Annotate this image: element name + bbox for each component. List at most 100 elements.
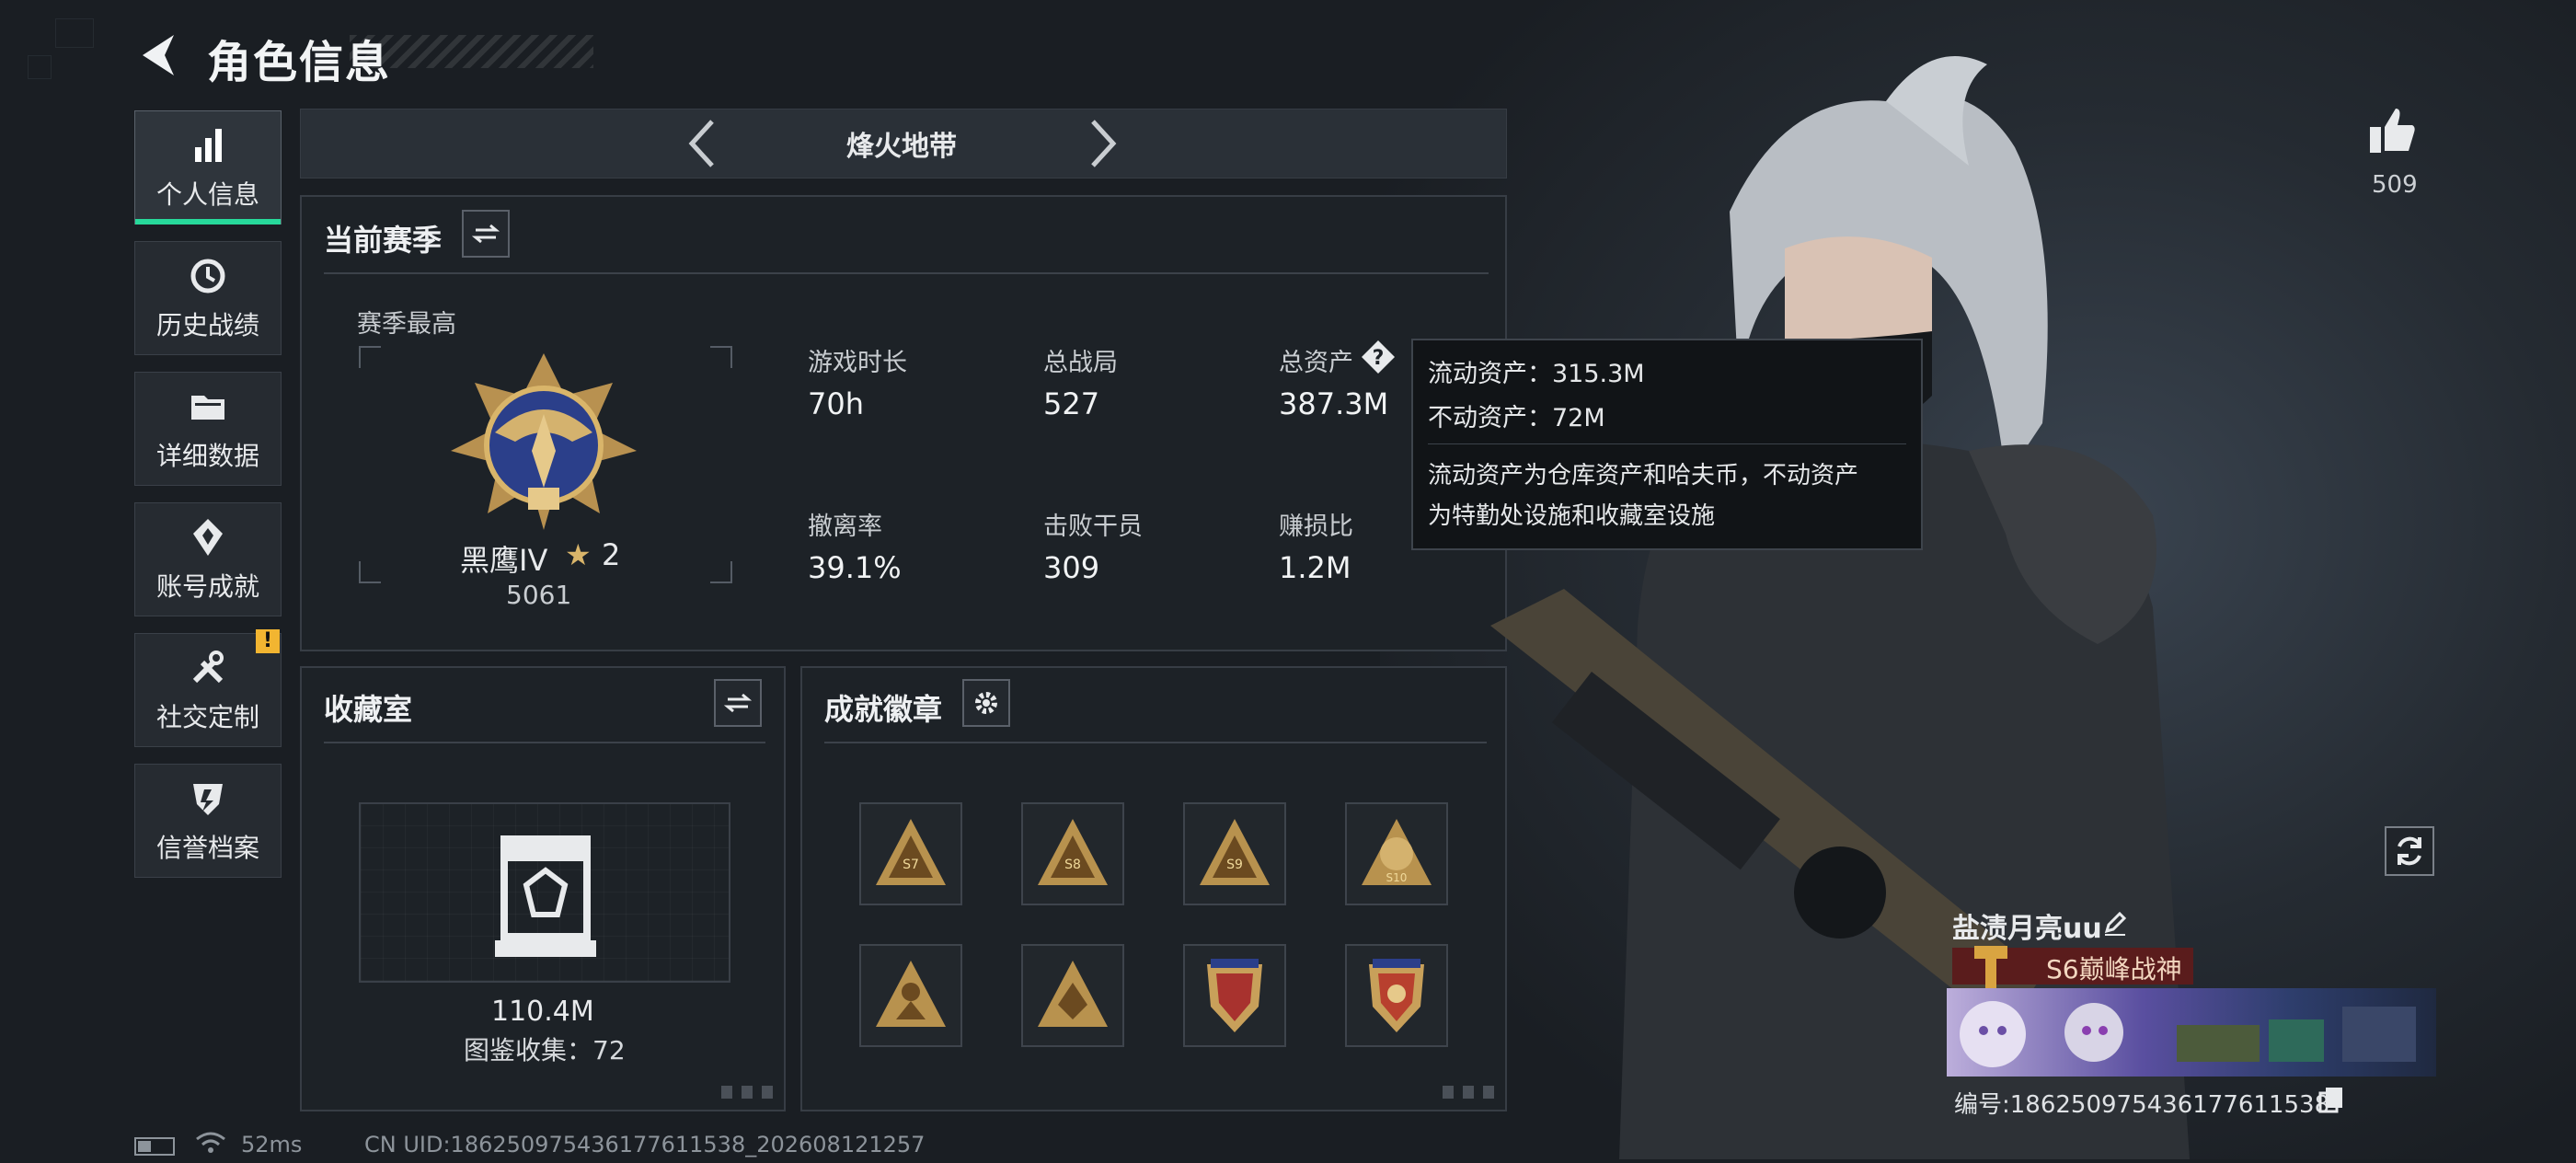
tools-icon xyxy=(192,651,224,684)
stat-value-total-assets: 387.3M xyxy=(1279,386,1389,421)
divider xyxy=(324,742,765,743)
player-banner[interactable] xyxy=(1947,988,2436,1077)
sidebar-item-achievements[interactable]: 账号成就 xyxy=(134,502,282,616)
achievement-badge-s10[interactable]: S10 xyxy=(1345,802,1448,905)
shield-badge-icon xyxy=(1207,959,1262,1032)
season-switch-button[interactable] xyxy=(462,210,510,258)
stat-value-profit-ratio: 1.2M xyxy=(1279,550,1351,585)
title-decor-stripe xyxy=(350,35,593,68)
stat-label-playtime: 游戏时长 xyxy=(808,349,907,377)
rank-points: 5061 xyxy=(506,580,572,610)
black-eagle-rank-emblem-icon xyxy=(443,350,644,534)
refresh-button[interactable] xyxy=(2385,826,2434,876)
rank-stars: 2 xyxy=(602,537,621,572)
tooltip-liquid-assets: 流动资产：315.3M xyxy=(1428,360,1645,388)
svg-text:S8: S8 xyxy=(1064,858,1081,872)
back-arrow-icon[interactable] xyxy=(133,28,189,83)
sidebar-item-label: 详细数据 xyxy=(155,441,259,471)
cn-uid-text: CN UID:186250975436177611538_20260812125… xyxy=(364,1132,926,1157)
achievement-icon xyxy=(193,519,223,556)
sidebar-item-label: 信誉档案 xyxy=(155,833,259,863)
svg-text:S10: S10 xyxy=(1386,871,1408,884)
like-thumb-icon[interactable] xyxy=(2364,103,2420,158)
decor-frame xyxy=(55,18,94,48)
tooltip-description-1: 流动资产为仓库资产和哈夫币，不动资产 xyxy=(1428,462,1859,489)
help-question-icon[interactable]: ? xyxy=(1360,339,1397,375)
sidebar-item-label: 社交定制 xyxy=(155,702,259,732)
rank-title-text: S6巅峰战神 xyxy=(2046,954,2182,985)
stat-label-total-assets: 总资产 xyxy=(1279,349,1353,377)
collection-switch-button[interactable] xyxy=(714,679,762,727)
chevron-right-icon xyxy=(1091,120,1117,167)
gear-icon xyxy=(975,692,997,714)
sidebar-item-label: 个人信息 xyxy=(155,179,259,210)
frame-corner xyxy=(359,561,381,583)
triangle-badge-icon: S8 xyxy=(1038,819,1108,885)
tooltip-divider xyxy=(1428,443,1906,444)
swap-arrows-icon xyxy=(472,224,500,244)
stat-value-total-matches: 527 xyxy=(1043,386,1100,421)
sidebar-item-history[interactable]: 历史战绩 xyxy=(134,241,282,355)
sidebar-item-label: 账号成就 xyxy=(155,571,259,602)
frame-corner xyxy=(710,346,732,368)
rank-emblem-icon xyxy=(1972,942,2009,990)
svg-text:S7: S7 xyxy=(903,858,919,872)
stat-label-profit-ratio: 赚损比 xyxy=(1279,512,1353,541)
sidebar-item-personal-info[interactable]: 个人信息 xyxy=(134,110,282,225)
alert-badge: ! xyxy=(256,629,280,653)
divider xyxy=(824,742,1487,743)
achievement-badge-7[interactable] xyxy=(1183,944,1286,1047)
collection-panel-title: 收藏室 xyxy=(324,692,413,727)
triangle-badge-icon: S10 xyxy=(1362,819,1432,885)
stat-label-extraction-rate: 撤离率 xyxy=(808,512,882,541)
wifi-icon xyxy=(195,1130,226,1156)
season-panel-title: 当前赛季 xyxy=(324,223,443,258)
display-case-icon xyxy=(491,832,600,961)
next-mode-button[interactable] xyxy=(1078,116,1124,171)
sidebar-item-credit-record[interactable]: 信誉档案 xyxy=(134,764,282,878)
achievement-settings-button[interactable] xyxy=(962,679,1010,727)
assets-tooltip: 流动资产：315.3M 不动资产：72M 流动资产为仓库资产和哈夫币，不动资产 … xyxy=(1411,339,1923,550)
frame-corner xyxy=(359,346,381,368)
collection-count: 图鉴收集：72 xyxy=(464,1035,626,1065)
decor-frame xyxy=(28,55,52,79)
achievement-badge-s9[interactable]: S9 xyxy=(1183,802,1286,905)
stat-value-operators-defeated: 309 xyxy=(1043,550,1100,585)
stat-label-operators-defeated: 击败干员 xyxy=(1043,512,1143,541)
credit-shield-icon xyxy=(193,784,223,815)
copy-icon[interactable] xyxy=(2318,1086,2344,1113)
panel-corner-decor xyxy=(721,1086,776,1099)
mode-title: 烽火地带 xyxy=(846,131,957,163)
shield-badge-icon xyxy=(1369,959,1424,1032)
tooltip-fixed-assets: 不动资产：72M xyxy=(1428,404,1605,432)
svg-text:S9: S9 xyxy=(1226,858,1243,872)
achievement-badge-s7[interactable]: S7 xyxy=(859,802,962,905)
achievement-panel-title: 成就徽章 xyxy=(824,692,943,727)
stat-value-extraction-rate: 39.1% xyxy=(808,550,902,585)
stat-value-playtime: 70h xyxy=(808,386,864,421)
chevron-left-icon xyxy=(688,120,714,167)
triangle-badge-icon xyxy=(1038,961,1108,1027)
edit-pencil-icon[interactable] xyxy=(2101,909,2129,937)
svg-text:?: ? xyxy=(1373,347,1385,370)
divider xyxy=(324,272,1489,274)
collection-value: 110.4M xyxy=(491,996,594,1028)
achievement-badge-8[interactable] xyxy=(1345,944,1448,1047)
triangle-badge-icon xyxy=(876,961,946,1027)
bar-chart-icon xyxy=(195,129,222,162)
refresh-icon xyxy=(2398,836,2421,866)
player-name: 盐渍月亮uu xyxy=(1952,913,2102,945)
sidebar-item-detailed-data[interactable]: 详细数据 xyxy=(134,372,282,486)
swap-arrows-icon xyxy=(724,693,752,713)
triangle-badge-icon: S9 xyxy=(1200,819,1270,885)
frame-corner xyxy=(710,561,732,583)
tooltip-description-2: 为特勤处设施和收藏室设施 xyxy=(1428,502,1716,530)
achievement-badge-6[interactable] xyxy=(1021,944,1124,1047)
triangle-badge-icon: S7 xyxy=(876,819,946,885)
like-count: 509 xyxy=(2372,171,2418,199)
folder-icon xyxy=(191,396,224,420)
achievement-badge-5[interactable] xyxy=(859,944,962,1047)
stat-label-total-matches: 总战局 xyxy=(1043,349,1118,377)
achievement-badge-s8[interactable]: S8 xyxy=(1021,802,1124,905)
prev-mode-button[interactable] xyxy=(681,116,727,171)
